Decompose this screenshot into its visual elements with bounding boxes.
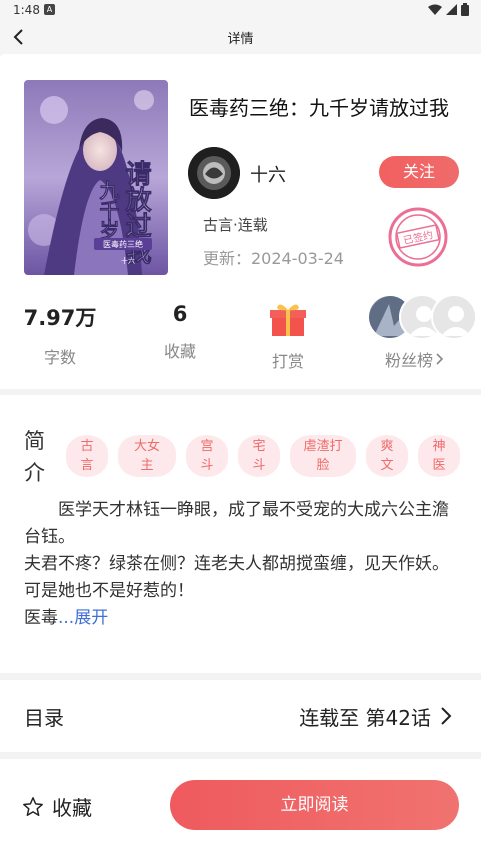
book-genre: 古言·连载 bbox=[203, 216, 268, 234]
synopsis-line: 夫君不疼？绿茶在侧？连老夫人都胡搅蛮缠，见天作妖。 bbox=[24, 554, 449, 574]
tag-item[interactable]: 宅斗 bbox=[238, 435, 280, 477]
author-name[interactable]: 十六 bbox=[250, 161, 286, 187]
signal-icon bbox=[446, 4, 457, 15]
expand-link[interactable]: ...展开 bbox=[58, 608, 108, 628]
stat-words-label: 字数 bbox=[43, 348, 76, 367]
status-bar: 1:48 A bbox=[0, 0, 481, 20]
status-time: 1:48 bbox=[13, 3, 40, 17]
tag-item[interactable]: 爽文 bbox=[366, 435, 408, 477]
toc-status: 连载至 第42话 bbox=[299, 706, 431, 730]
stat-favorites-label: 收藏 bbox=[163, 342, 196, 361]
bottom-bar: 收藏 立即阅读 bbox=[0, 759, 481, 855]
synopsis-line: 可是她也不是好惹的！ bbox=[24, 581, 194, 601]
intro-title: 简介 bbox=[24, 429, 45, 485]
author-avatar[interactable] bbox=[188, 147, 240, 199]
cover-author: 十六 bbox=[121, 256, 135, 265]
reward-label: 打赏 bbox=[271, 352, 304, 371]
notification-icon: A bbox=[44, 4, 55, 15]
synopsis: 医学天才林钰一睁眼，成了最不受宠的大成六公主澹台钰。 夫君不疼？绿茶在侧？连老夫… bbox=[24, 497, 460, 632]
tag-item[interactable]: 神医 bbox=[418, 435, 460, 477]
synopsis-line: 医学天才林钰一睁眼，成了最不受宠的大成六公主澹台钰。 bbox=[24, 500, 449, 547]
toc-row[interactable]: 目录 连载至 第42话 bbox=[0, 680, 481, 752]
cover-subtitle: 九千岁 bbox=[96, 180, 120, 241]
book-info-card: 请放过我 九千岁 医毒药三绝 十六 医毒药三绝：九千岁请放过我 十六 关注 古言… bbox=[0, 54, 481, 389]
chevron-right-icon bbox=[441, 707, 452, 725]
fans-avatars[interactable] bbox=[367, 294, 477, 342]
tag-item[interactable]: 虐渣打脸 bbox=[290, 435, 356, 477]
stat-favorites-value: 6 bbox=[172, 302, 188, 326]
stat-favorites: 6 收藏 bbox=[150, 302, 210, 362]
favorite-button[interactable]: 收藏 bbox=[22, 792, 92, 821]
book-title: 医毒药三绝：九千岁请放过我 bbox=[189, 96, 449, 120]
gift-icon bbox=[270, 304, 306, 336]
book-update-date: 更新：2024-03-24 bbox=[203, 249, 344, 268]
tag-item[interactable]: 大女主 bbox=[118, 435, 176, 477]
stat-words: 7.97万 字数 bbox=[20, 302, 100, 368]
battery-icon bbox=[461, 3, 469, 16]
toc-label: 目录 bbox=[24, 706, 64, 730]
status-icons bbox=[428, 3, 469, 16]
synopsis-line: 医毒 bbox=[24, 608, 58, 628]
cover-series: 医毒药三绝 bbox=[103, 239, 143, 249]
reward-button[interactable]: 打赏 bbox=[258, 302, 318, 372]
stat-words-value: 7.97万 bbox=[23, 306, 97, 330]
tag-list: 古言 大女主 宫斗 宅斗 虐渣打脸 爽文 神医 bbox=[66, 435, 460, 477]
favorite-label: 收藏 bbox=[52, 796, 92, 820]
cover-illustration: 请放过我 九千岁 医毒药三绝 十六 bbox=[24, 80, 168, 275]
title-bar: 详情 bbox=[0, 20, 481, 54]
page-title: 详情 bbox=[227, 32, 254, 47]
chevron-right-icon bbox=[436, 353, 444, 365]
fans-ranking-link[interactable]: 粉丝榜 bbox=[385, 347, 445, 371]
follow-button[interactable]: 关注 bbox=[379, 156, 459, 188]
tag-item[interactable]: 宫斗 bbox=[186, 435, 228, 477]
signed-stamp-icon: 已签约 bbox=[388, 207, 448, 267]
tag-item[interactable]: 古言 bbox=[66, 435, 108, 477]
star-icon bbox=[23, 796, 43, 816]
read-now-button[interactable]: 立即阅读 bbox=[170, 780, 459, 830]
wifi-icon bbox=[428, 4, 442, 15]
intro-card: 简介 古言 大女主 宫斗 宅斗 虐渣打脸 爽文 神医 医学天才林钰一睁眼，成了最… bbox=[0, 395, 481, 673]
fan-avatar bbox=[431, 294, 477, 340]
fans-ranking-label: 粉丝榜 bbox=[385, 351, 434, 370]
book-cover[interactable]: 请放过我 九千岁 医毒药三绝 十六 bbox=[24, 80, 168, 275]
